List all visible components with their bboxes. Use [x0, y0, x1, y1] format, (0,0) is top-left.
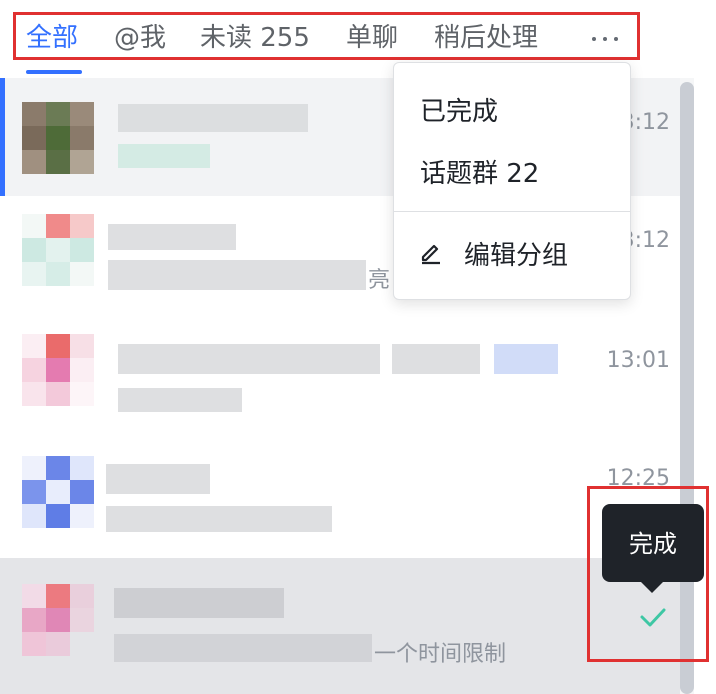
pencil-icon — [421, 244, 440, 265]
redacted-preview — [118, 144, 210, 168]
conversation-time: 13:01 — [606, 348, 670, 373]
avatar — [22, 456, 94, 528]
avatar — [22, 214, 94, 286]
redacted-name — [118, 104, 308, 132]
redacted-preview — [118, 388, 242, 412]
more-groups-dropdown: 已完成 话题群 22 编辑分组 — [393, 62, 631, 300]
conversation-row[interactable]: 12:25 — [0, 436, 680, 558]
preview-text: 一个时间限制 — [374, 642, 507, 667]
conversation-row[interactable]: 13:01 — [0, 314, 680, 436]
preview-text: 亮 — [368, 268, 391, 293]
active-tab-underline — [26, 70, 82, 74]
redacted-name — [392, 344, 480, 374]
tabs-highlight-box — [13, 12, 640, 60]
redacted-emoji — [494, 344, 558, 374]
conversation-row[interactable]: 一个时间限制 — [0, 558, 680, 694]
redacted-preview — [114, 634, 372, 662]
menu-item-completed[interactable]: 已完成 — [420, 91, 498, 128]
avatar — [22, 584, 94, 656]
redacted-name — [114, 588, 284, 618]
menu-item-topic-groups[interactable]: 话题群 22 — [420, 153, 539, 190]
menu-divider — [394, 211, 630, 212]
redacted-preview — [106, 506, 332, 532]
redacted-preview — [108, 260, 366, 290]
menu-item-edit-groups[interactable]: 编辑分组 — [464, 235, 568, 272]
redacted-name — [118, 344, 380, 374]
redacted-name — [108, 224, 236, 250]
redacted-name — [106, 464, 210, 494]
avatar — [22, 334, 94, 406]
avatar — [22, 102, 94, 174]
done-highlight-box — [587, 486, 709, 662]
selected-indicator — [0, 78, 5, 196]
